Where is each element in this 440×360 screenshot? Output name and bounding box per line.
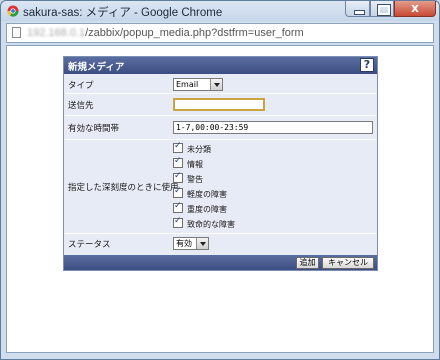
- chrome-icon: [7, 5, 19, 17]
- severity-option-label: 致命的な障害: [187, 220, 235, 229]
- browser-window: sakura-sas: メディア - Google Chrome x 192.1…: [0, 0, 440, 360]
- page-icon: [12, 27, 21, 38]
- url-path: /zabbix/popup_media.php?dstfrm=user_form: [85, 27, 304, 39]
- form-footer: 追加 キャンセル: [64, 255, 377, 270]
- severity-checkbox[interactable]: [173, 171, 183, 183]
- window-title: sakura-sas: メディア - Google Chrome: [23, 7, 223, 19]
- severity-checkbox[interactable]: [173, 201, 183, 213]
- severity-option-label: 未分類: [187, 145, 211, 154]
- media-form: 新規メディア ? タイプ Email 送信先 有効な時間帯 1-7,00:00-…: [63, 56, 378, 271]
- severity-checkbox[interactable]: [173, 141, 183, 153]
- severity-option-label: 軽度の障害: [187, 190, 227, 199]
- status-row: ステータス 有効: [65, 234, 376, 253]
- chevron-down-icon: [196, 238, 208, 249]
- severity-option-label: 重度の障害: [187, 205, 227, 214]
- title-bar[interactable]: sakura-sas: メディア - Google Chrome x: [1, 1, 439, 21]
- form-title: 新規メディア: [68, 62, 125, 73]
- maximize-button[interactable]: [370, 1, 394, 17]
- status-value: 有効: [176, 239, 192, 248]
- type-label: タイプ: [68, 81, 94, 91]
- type-row: タイプ Email: [65, 76, 376, 94]
- period-input[interactable]: 1-7,00:00-23:59: [173, 121, 373, 134]
- severity-checkbox[interactable]: [173, 216, 183, 228]
- chevron-down-icon: [210, 79, 222, 90]
- severity-option-label: 情報: [187, 160, 203, 169]
- sendto-input[interactable]: [173, 98, 265, 111]
- severity-row: 指定した深刻度のときに使用 未分類 情報 警告 軽度の障害 重度の障害 致命的な…: [65, 140, 376, 234]
- status-label: ステータス: [68, 240, 111, 250]
- close-icon: x: [411, 1, 419, 15]
- status-select[interactable]: 有効: [173, 237, 209, 250]
- period-row: 有効な時間帯 1-7,00:00-23:59: [65, 116, 376, 140]
- url-text[interactable]: 192.168.0.1/zabbix/popup_media.php?dstfr…: [27, 27, 304, 39]
- address-bar[interactable]: 192.168.0.1/zabbix/popup_media.php?dstfr…: [6, 23, 434, 43]
- severity-option-label: 警告: [187, 175, 203, 184]
- severity-checkbox[interactable]: [173, 186, 183, 198]
- page-content: 新規メディア ? タイプ Email 送信先 有効な時間帯 1-7,00:00-…: [6, 45, 434, 353]
- close-button[interactable]: x: [394, 1, 436, 17]
- type-value: Email: [176, 80, 199, 89]
- severity-label: 指定した深刻度のときに使用: [68, 183, 179, 193]
- minimize-button[interactable]: [345, 1, 370, 17]
- sendto-row: 送信先: [65, 94, 376, 116]
- type-select[interactable]: Email: [173, 78, 223, 91]
- period-label: 有効な時間帯: [68, 124, 120, 134]
- sendto-label: 送信先: [68, 101, 94, 111]
- cancel-button[interactable]: キャンセル: [322, 257, 374, 269]
- help-icon[interactable]: ?: [360, 58, 374, 72]
- url-host: 192.168.0.1: [27, 27, 86, 39]
- add-button[interactable]: 追加: [296, 257, 319, 269]
- form-header: 新規メディア ?: [64, 57, 377, 74]
- severity-checkbox[interactable]: [173, 156, 183, 168]
